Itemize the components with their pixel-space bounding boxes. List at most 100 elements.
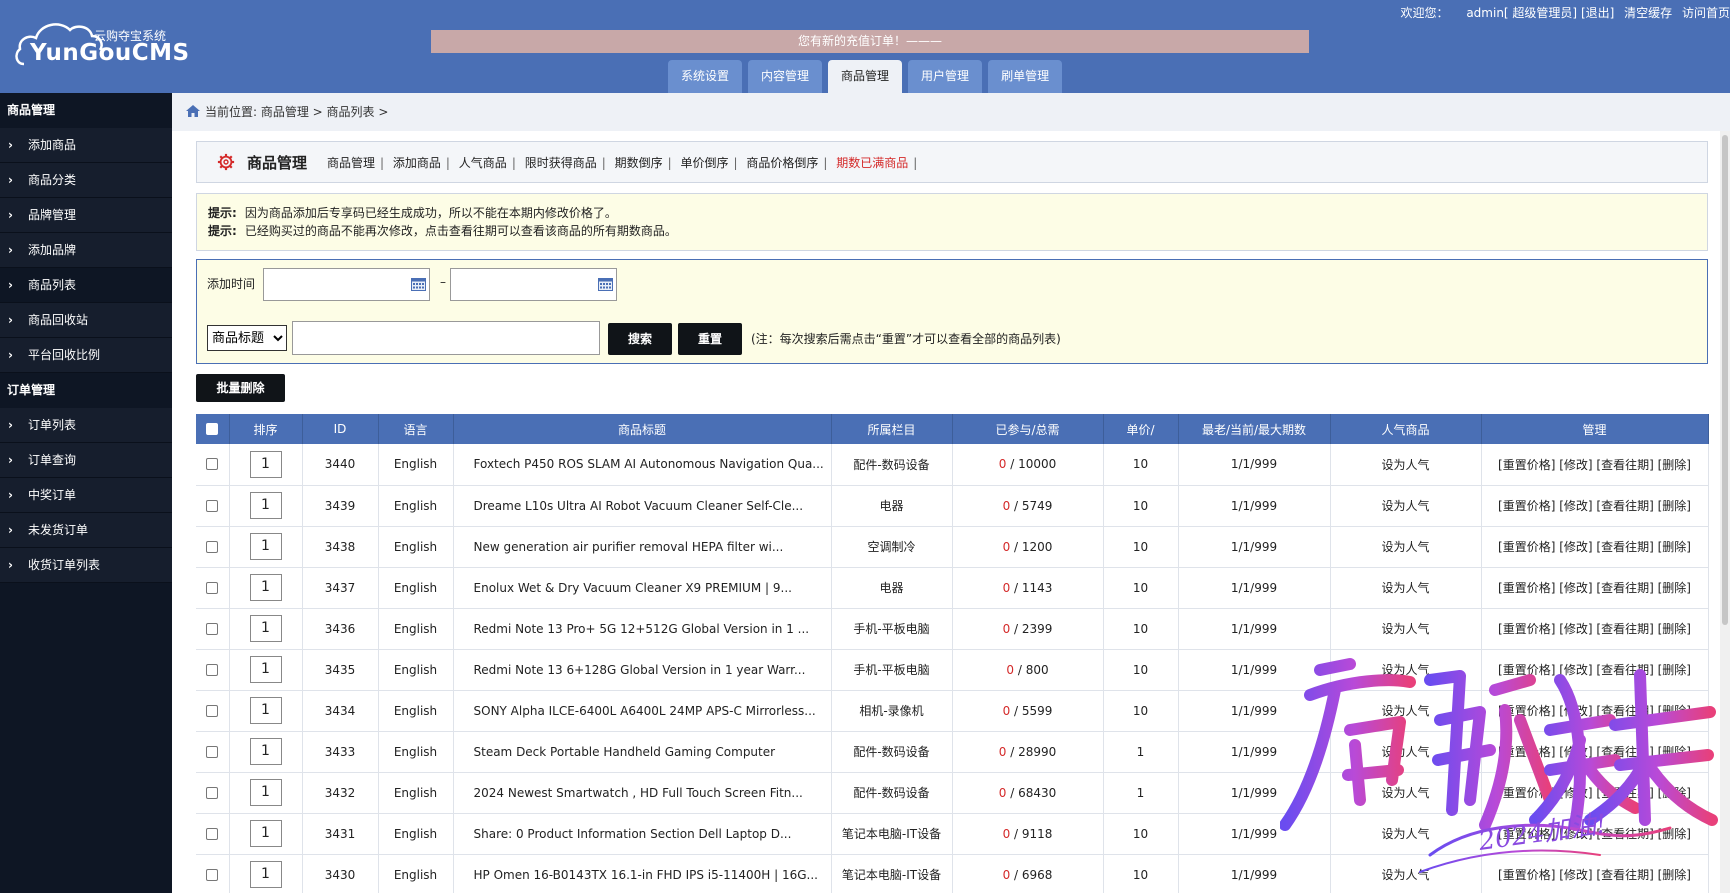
sidebar-item-order-list[interactable]: › 订单列表 — [0, 408, 172, 443]
set-popular-link[interactable]: 设为人气 — [1330, 813, 1482, 855]
sidebar-item-product-list[interactable]: › 商品列表 — [0, 268, 172, 303]
manage-actions[interactable]: [重置价格] [修改] [查看往期] [删除] — [1481, 649, 1709, 691]
sort-input[interactable]: 1 — [249, 820, 282, 847]
sort-input[interactable]: 1 — [249, 656, 282, 683]
title-cell[interactable]: Share: 0 Product Information Section Del… — [453, 813, 832, 855]
set-popular-link[interactable]: 设为人气 — [1330, 854, 1482, 893]
title-cell[interactable]: Steam Deck Portable Handheld Gaming Comp… — [453, 731, 832, 773]
set-popular-link[interactable]: 设为人气 — [1330, 649, 1482, 691]
clear-cache-link[interactable]: 清空缓存 — [1624, 6, 1672, 20]
row-checkbox[interactable] — [206, 827, 219, 840]
sidebar-item-recycle-ratio[interactable]: › 平台回收比例 — [0, 338, 172, 373]
set-popular-link[interactable]: 设为人气 — [1330, 731, 1482, 773]
manage-actions[interactable]: [重置价格] [修改] [查看往期] [删除] — [1481, 526, 1709, 568]
title-cell[interactable]: New generation air purifier removal HEPA… — [453, 526, 832, 568]
row-select-cell[interactable] — [196, 608, 230, 650]
sidebar-item-add-product[interactable]: › 添加商品 — [0, 128, 172, 163]
select-all-checkbox[interactable] — [206, 423, 219, 435]
row-select-cell[interactable] — [196, 444, 230, 486]
manage-actions[interactable]: [重置价格] [修改] [查看往期] [删除] — [1481, 444, 1709, 486]
row-checkbox[interactable] — [206, 704, 219, 717]
row-select-cell[interactable] — [196, 567, 230, 609]
set-popular-link[interactable]: 设为人气 — [1330, 690, 1482, 732]
sort-input[interactable]: 1 — [249, 492, 282, 519]
link-add-product[interactable]: 添加商品 — [393, 156, 441, 170]
row-checkbox[interactable] — [206, 663, 219, 676]
link-popular-products[interactable]: 人气商品 — [459, 156, 507, 170]
manage-actions[interactable]: [重置价格] [修改] [查看往期] [删除] — [1481, 567, 1709, 609]
link-unit-price-desc[interactable]: 单价倒序 — [680, 156, 728, 170]
row-select-cell[interactable] — [196, 813, 230, 855]
link-limited-time[interactable]: 限时获得商品 — [525, 156, 597, 170]
scrollbar-thumb[interactable] — [1722, 135, 1728, 625]
search-field-select[interactable]: 商品标题 — [207, 325, 287, 351]
manage-actions[interactable]: [重置价格] [修改] [查看往期] [删除] — [1481, 690, 1709, 732]
logo[interactable]: 云购夺宝系统 YunGouCMS — [14, 14, 189, 74]
start-date-input[interactable] — [263, 268, 430, 301]
set-popular-link[interactable]: 设为人气 — [1330, 526, 1482, 568]
select-all-cell[interactable] — [196, 414, 230, 444]
title-cell[interactable]: Enolux Wet & Dry Vacuum Cleaner X9 PREMI… — [453, 567, 832, 609]
set-popular-link[interactable]: 设为人气 — [1330, 567, 1482, 609]
row-checkbox[interactable] — [206, 786, 219, 799]
manage-actions[interactable]: [重置价格] [修改] [查看往期] [删除] — [1481, 731, 1709, 773]
link-price-desc[interactable]: 商品价格倒序 — [746, 156, 818, 170]
set-popular-link[interactable]: 设为人气 — [1330, 485, 1482, 527]
set-popular-link[interactable]: 设为人气 — [1330, 444, 1482, 486]
row-checkbox[interactable] — [206, 499, 219, 512]
calendar-icon[interactable] — [598, 278, 613, 291]
sort-input[interactable]: 1 — [249, 738, 282, 765]
set-popular-link[interactable]: 设为人气 — [1330, 772, 1482, 814]
sort-input[interactable]: 1 — [249, 615, 282, 642]
sort-input[interactable]: 1 — [249, 697, 282, 724]
row-checkbox[interactable] — [206, 581, 219, 594]
tab-product-management[interactable]: 商品管理 — [828, 60, 903, 93]
row-checkbox[interactable] — [206, 745, 219, 758]
tab-content-management[interactable]: 内容管理 — [748, 60, 823, 93]
sidebar-item-brand-management[interactable]: › 品牌管理 — [0, 198, 172, 233]
sidebar-item-add-brand[interactable]: › 添加品牌 — [0, 233, 172, 268]
logout-link[interactable]: [退出] — [1581, 6, 1614, 20]
row-select-cell[interactable] — [196, 649, 230, 691]
visit-home-link[interactable]: 访问首页 — [1682, 6, 1730, 20]
link-period-desc[interactable]: 期数倒序 — [615, 156, 663, 170]
reset-button[interactable]: 重置 — [678, 323, 742, 355]
manage-actions[interactable]: [重置价格] [修改] [查看往期] [删除] — [1481, 485, 1709, 527]
title-cell[interactable]: Redmi Note 13 Pro+ 5G 12+512G Global Ver… — [453, 608, 832, 650]
search-input[interactable] — [292, 321, 600, 355]
set-popular-link[interactable]: 设为人气 — [1330, 608, 1482, 650]
search-button[interactable]: 搜索 — [608, 323, 672, 355]
tab-user-management[interactable]: 用户管理 — [908, 60, 983, 93]
sort-input[interactable]: 1 — [249, 861, 282, 888]
sort-input[interactable]: 1 — [249, 779, 282, 806]
row-select-cell[interactable] — [196, 526, 230, 568]
row-select-cell[interactable] — [196, 731, 230, 773]
batch-delete-button[interactable]: 批量删除 — [196, 374, 285, 402]
row-checkbox[interactable] — [206, 868, 219, 881]
manage-actions[interactable]: [重置价格] [修改] [查看往期] [删除] — [1481, 854, 1709, 893]
row-select-cell[interactable] — [196, 485, 230, 527]
tab-system-settings[interactable]: 系统设置 — [668, 60, 743, 93]
sidebar-item-product-category[interactable]: › 商品分类 — [0, 163, 172, 198]
calendar-icon[interactable] — [411, 278, 426, 291]
sidebar-item-received-orders[interactable]: › 收货订单列表 — [0, 548, 172, 583]
manage-actions[interactable]: [重置价格] [修改] [查看往期] [删除] — [1481, 813, 1709, 855]
sidebar-item-product-recycle-bin[interactable]: › 商品回收站 — [0, 303, 172, 338]
recharge-notice[interactable]: 您有新的充值订单！——— — [431, 30, 1309, 53]
sidebar-item-order-search[interactable]: › 订单查询 — [0, 443, 172, 478]
vertical-scrollbar[interactable] — [1720, 131, 1730, 893]
sort-input[interactable]: 1 — [249, 533, 282, 560]
sidebar-item-winning-orders[interactable]: › 中奖订单 — [0, 478, 172, 513]
link-period-full[interactable]: 期数已满商品 — [836, 156, 908, 170]
manage-actions[interactable]: [重置价格] [修改] [查看往期] [删除] — [1481, 772, 1709, 814]
row-select-cell[interactable] — [196, 854, 230, 893]
link-product-management[interactable]: 商品管理 — [327, 156, 375, 170]
title-cell[interactable]: HP Omen 16-B0143TX 16.1-in FHD IPS i5-11… — [453, 854, 832, 893]
sort-input[interactable]: 1 — [249, 450, 282, 478]
title-cell[interactable]: Foxtech P450 ROS SLAM AI Autonomous Navi… — [453, 444, 832, 486]
row-select-cell[interactable] — [196, 772, 230, 814]
manage-actions[interactable]: [重置价格] [修改] [查看往期] [删除] — [1481, 608, 1709, 650]
title-cell[interactable]: SONY Alpha ILCE-6400L A6400L 24MP APS-C … — [453, 690, 832, 732]
title-cell[interactable]: Redmi Note 13 6+128G Global Version in 1… — [453, 649, 832, 691]
row-checkbox[interactable] — [206, 622, 219, 635]
